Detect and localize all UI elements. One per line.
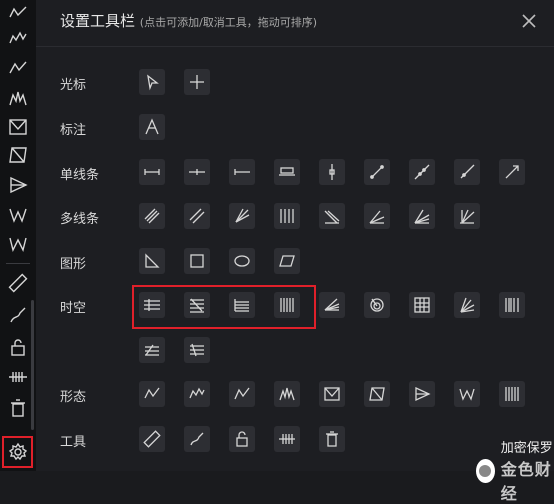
wave-123-icon[interactable] [229,381,255,407]
parallelogram-icon[interactable] [274,248,300,274]
fib-fan-icon[interactable] [454,203,480,229]
wave-abc-icon[interactable] [5,0,31,26]
sidebar-separator [6,263,30,264]
horizontal-line-left-icon[interactable] [229,159,255,185]
abcd-pattern-icon[interactable] [364,381,390,407]
fib-speed-fan-icon[interactable] [319,292,345,318]
panel-title: 设置工具栏 (点击可添加/取消工具，拖动可排序) [60,10,317,31]
horizontal-segment-icon[interactable] [139,159,165,185]
row-label-multi-line: 多线条 [60,212,100,227]
watermark-text: 加密保罗 [500,441,553,456]
toolbar-settings-panel: 设置工具栏 (点击可添加/取消工具，拖动可排序) 光标 标注 单线条 多线条 图… [36,0,554,503]
head-shoulders-icon[interactable] [5,231,31,257]
horizontal-ray-icon[interactable] [184,159,210,185]
parallel-channel-icon[interactable] [139,203,165,229]
w-pattern-icon[interactable] [5,202,31,228]
gann-fan-icon[interactable] [409,203,435,229]
header-divider [36,46,554,47]
lock-icon[interactable] [5,334,31,360]
time-cycles-icon[interactable] [499,292,525,318]
price-label-icon[interactable] [274,159,300,185]
arrow-cursor-icon[interactable] [139,69,165,95]
fib-arc-icon[interactable] [454,292,480,318]
row-label-shapes: 图形 [60,257,87,272]
parallel-lines-icon[interactable] [184,203,210,229]
text-label-icon[interactable] [139,114,165,140]
crosshair-icon[interactable] [184,69,210,95]
row-label-cursor: 光标 [60,78,87,93]
xabcd-pattern-icon[interactable] [319,381,345,407]
fork-lines-icon[interactable] [229,203,255,229]
row-label-time-space: 时空 [60,301,87,316]
row-label-annotation: 标注 [60,123,87,138]
ray-line-icon[interactable] [454,159,480,185]
brush-icon[interactable] [5,302,31,328]
ruler-icon[interactable] [5,270,31,296]
brush-icon[interactable] [184,426,210,452]
triangle-pattern-icon[interactable] [409,381,435,407]
close-icon [522,14,536,28]
xabcd-pattern-icon[interactable] [5,114,31,140]
angle-fan-icon[interactable] [364,203,390,229]
three-peaks-icon[interactable] [5,85,31,111]
w-pattern-icon[interactable] [454,381,480,407]
vertical-line-icon[interactable] [319,159,345,185]
vertical-bars-icon[interactable] [274,203,300,229]
drawing-toolbar [0,0,37,471]
triangle-icon[interactable] [139,248,165,274]
hide-icon[interactable] [5,364,31,390]
three-peaks-icon[interactable] [274,381,300,407]
arrow-line-icon[interactable] [499,159,525,185]
row-label-single-line: 单线条 [60,168,100,183]
abcd-pattern-icon[interactable] [5,142,31,168]
wave-123-icon[interactable] [5,55,31,81]
wave-five-icon[interactable] [5,26,31,52]
fib-time-ratio-icon[interactable] [184,337,210,363]
watermark-logo: 金色财经 [500,460,552,503]
panel-hint: (点击可添加/取消工具，拖动可排序) [139,16,318,29]
trash-icon[interactable] [5,395,31,421]
row-label-patterns: 形态 [60,390,87,405]
row-label-tools: 工具 [60,435,87,450]
triangle-pattern-icon[interactable] [5,172,31,198]
ellipse-icon[interactable] [229,248,255,274]
fib-time-extension-icon[interactable] [139,337,165,363]
sidebar-scrollbar[interactable] [31,300,34,430]
selected-highlight [2,436,33,468]
regression-icon[interactable] [319,203,345,229]
time-space-highlight [132,285,316,329]
close-button[interactable] [518,10,540,32]
lock-icon[interactable] [229,426,255,452]
ruler-icon[interactable] [139,426,165,452]
extended-line-icon[interactable] [409,159,435,185]
trash-icon[interactable] [319,426,345,452]
wave-abc-icon[interactable] [139,381,165,407]
trend-line-icon[interactable] [364,159,390,185]
head-shoulders-icon[interactable] [499,381,525,407]
gann-box-icon[interactable] [409,292,435,318]
hide-icon[interactable] [274,426,300,452]
panel-title-text: 设置工具栏 [60,12,136,30]
fib-spiral-icon[interactable] [364,292,390,318]
wave-five-icon[interactable] [184,381,210,407]
rectangle-icon[interactable] [184,248,210,274]
